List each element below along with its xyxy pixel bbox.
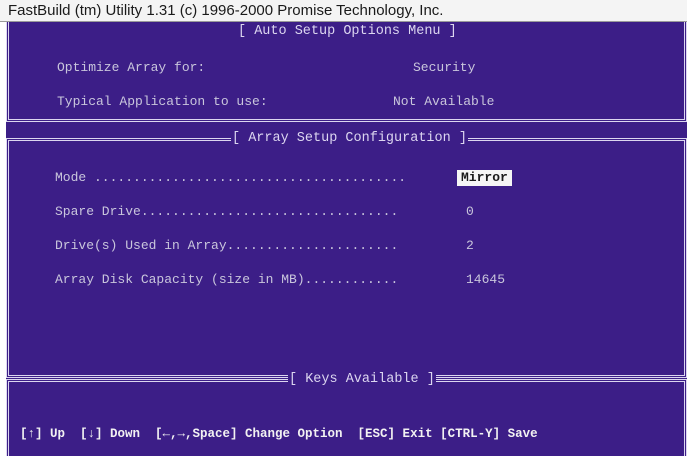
keys-title: [ Keys Available ] [288, 372, 436, 388]
drives-used-label: Drive(s) Used in Array..................… [55, 238, 407, 253]
array-setup-panel: [ Array Setup Configuration ] Mode .....… [6, 131, 687, 378]
optimize-value[interactable]: Security [413, 60, 475, 76]
key-help-line: [↑] Up [↓] Down [←,→,Space] Change Optio… [20, 427, 538, 441]
mode-label: Mode ...................................… [55, 170, 407, 185]
keys-panel: [ Keys Available ] [6, 372, 687, 456]
spare-drive-value: 0 [466, 204, 474, 219]
spare-drive-label: Spare Drive.............................… [55, 204, 407, 219]
application-label: Typical Application to use: [57, 94, 268, 109]
bios-screen: [ Auto Setup Options Menu ] Optimize Arr… [6, 22, 687, 456]
drives-used-value: 2 [466, 238, 474, 253]
array-setup-title: [ Array Setup Configuration ] [231, 131, 468, 147]
mode-value[interactable]: Mirror [457, 170, 512, 186]
capacity-value: 14645 [466, 272, 506, 287]
application-value[interactable]: Not Available [393, 94, 494, 110]
capacity-label: Array Disk Capacity (size in MB)........… [55, 272, 407, 287]
window-title: FastBuild (tm) Utility 1.31 (c) 1996-200… [0, 0, 687, 22]
auto-setup-panel: [ Auto Setup Options Menu ] Optimize Arr… [6, 22, 687, 122]
auto-setup-title: [ Auto Setup Options Menu ] [237, 24, 458, 40]
optimize-label: Optimize Array for: [57, 60, 206, 75]
